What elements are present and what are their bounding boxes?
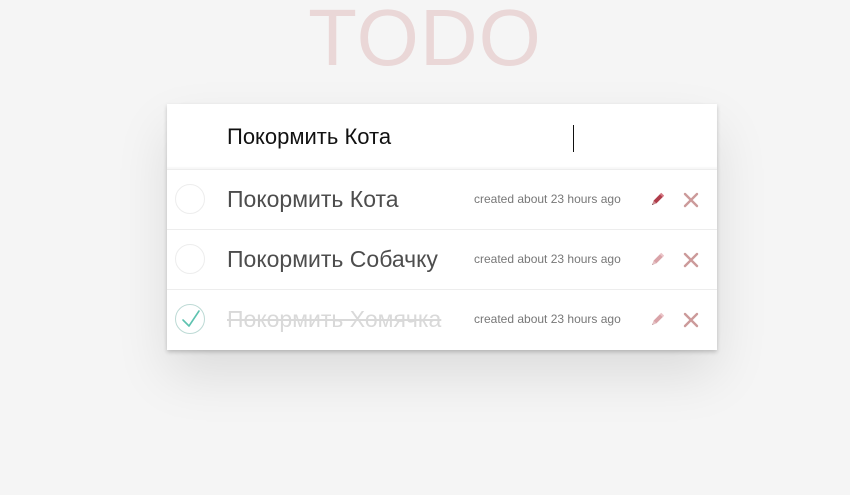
app-title: TODO bbox=[308, 0, 542, 82]
todo-item: Покормить Хомячка created about 23 hours… bbox=[167, 290, 717, 350]
todo-card: Покормить Кота created about 23 hours ag… bbox=[167, 104, 717, 350]
toggle-checkbox[interactable] bbox=[175, 304, 205, 334]
toggle-checkbox[interactable] bbox=[175, 244, 205, 274]
pencil-icon[interactable] bbox=[648, 191, 666, 209]
text-caret bbox=[573, 125, 574, 152]
created-timestamp: created about 23 hours ago bbox=[474, 312, 621, 326]
todo-label[interactable]: Покормить Кота bbox=[227, 170, 399, 229]
close-icon[interactable] bbox=[681, 190, 701, 210]
todo-item: Покормить Собачку created about 23 hours… bbox=[167, 230, 717, 290]
todo-app: TODO Покормить Кота created about 23 hou… bbox=[0, 0, 850, 495]
todo-list: Покормить Кота created about 23 hours ag… bbox=[167, 170, 717, 350]
todo-label[interactable]: Покормить Хомячка bbox=[227, 290, 441, 349]
close-icon[interactable] bbox=[681, 310, 701, 330]
close-icon[interactable] bbox=[681, 250, 701, 270]
created-timestamp: created about 23 hours ago bbox=[474, 252, 621, 266]
new-todo-input[interactable] bbox=[167, 104, 717, 169]
todo-item: Покормить Кота created about 23 hours ag… bbox=[167, 170, 717, 230]
created-timestamp: created about 23 hours ago bbox=[474, 192, 621, 206]
new-todo-row bbox=[167, 104, 717, 170]
pencil-icon[interactable] bbox=[648, 311, 666, 329]
pencil-icon[interactable] bbox=[648, 251, 666, 269]
checkmark-icon bbox=[182, 310, 200, 327]
todo-label[interactable]: Покормить Собачку bbox=[227, 230, 438, 289]
toggle-checkbox[interactable] bbox=[175, 184, 205, 214]
